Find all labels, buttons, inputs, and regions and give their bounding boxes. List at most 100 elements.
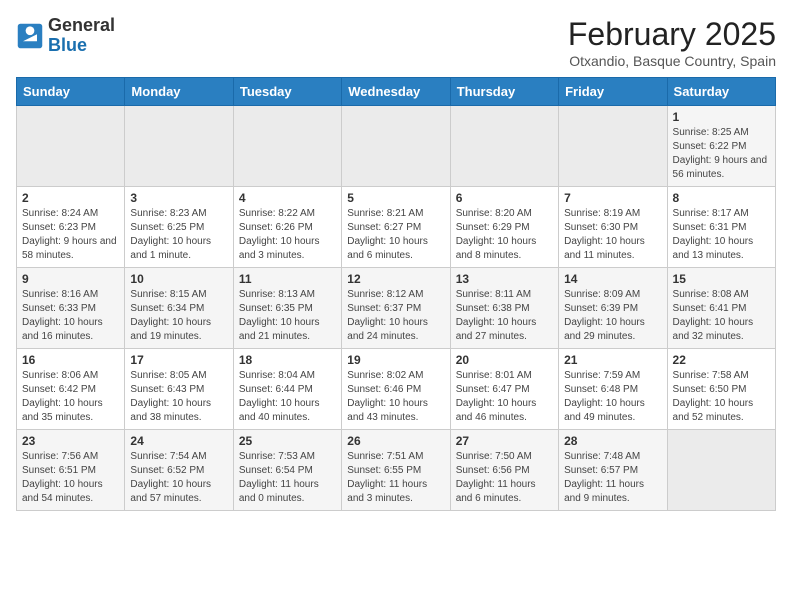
- day-number: 8: [673, 191, 770, 205]
- weekday-header-monday: Monday: [125, 78, 233, 106]
- logo-icon: [16, 22, 44, 50]
- calendar-cell: 19Sunrise: 8:02 AMSunset: 6:46 PMDayligh…: [342, 349, 450, 430]
- day-number: 2: [22, 191, 119, 205]
- day-number: 7: [564, 191, 661, 205]
- day-info: Sunrise: 8:02 AMSunset: 6:46 PMDaylight:…: [347, 369, 444, 425]
- calendar-cell: 27 Sunrise: 7:50 AMSunset: 6:56 PMDayligh…: [450, 430, 558, 511]
- calendar-body: 1 Sunrise: 8:25 AMSunset: 6:22 PMDaylight…: [17, 106, 776, 511]
- day-info: Sunrise: 7:53 AMSunset: 6:54 PMDaylight:…: [239, 450, 336, 506]
- day-info: Sunrise: 8:17 AMSunset: 6:31 PMDaylight:…: [673, 207, 770, 263]
- calendar-cell: [17, 106, 125, 187]
- day-info: Sunrise: 8:25 AMSunset: 6:22 PMDaylight:…: [673, 126, 770, 182]
- calendar-cell: 10 Sunrise: 8:15 AMSunset: 6:34 PMDayligh…: [125, 268, 233, 349]
- calendar-week-5: 23 Sunrise: 7:56 AMSunset: 6:51 PMDayligh…: [17, 430, 776, 511]
- month-title: February 2025: [568, 16, 776, 53]
- day-info: Sunrise: 7:54 AMSunset: 6:52 PMDaylight:…: [130, 450, 227, 506]
- calendar-cell: 8 Sunrise: 8:17 AMSunset: 6:31 PMDaylight…: [667, 187, 775, 268]
- day-info: Sunrise: 8:15 AMSunset: 6:34 PMDaylight:…: [130, 288, 227, 344]
- calendar-cell: 20 Sunrise: 8:01 AMSunset: 6:47 PMDayligh…: [450, 349, 558, 430]
- day-info: Sunrise: 7:50 AMSunset: 6:56 PMDaylight:…: [456, 450, 553, 506]
- day-info: Sunrise: 7:58 AMSunset: 6:50 PMDaylight:…: [673, 369, 770, 425]
- day-number: 27: [456, 434, 553, 448]
- title-block: February 2025 Otxandio, Basque Country, …: [568, 16, 776, 69]
- day-info: Sunrise: 8:22 AMSunset: 6:26 PMDaylight:…: [239, 207, 336, 263]
- day-number: 25: [239, 434, 336, 448]
- weekday-header-saturday: Saturday: [667, 78, 775, 106]
- calendar-cell: 6Sunrise: 8:20 AMSunset: 6:29 PMDaylight…: [450, 187, 558, 268]
- day-info: Sunrise: 7:56 AMSunset: 6:51 PMDaylight:…: [22, 450, 119, 506]
- logo: General Blue: [16, 16, 115, 56]
- calendar-cell: 11 Sunrise: 8:13 AMSunset: 6:35 PMDayligh…: [233, 268, 341, 349]
- calendar-cell: 3 Sunrise: 8:23 AMSunset: 6:25 PMDaylight…: [125, 187, 233, 268]
- calendar-cell: 9 Sunrise: 8:16 AMSunset: 6:33 PMDaylight…: [17, 268, 125, 349]
- day-number: 23: [22, 434, 119, 448]
- day-info: Sunrise: 8:01 AMSunset: 6:47 PMDaylight:…: [456, 369, 553, 425]
- calendar-cell: 22 Sunrise: 7:58 AMSunset: 6:50 PMDayligh…: [667, 349, 775, 430]
- calendar-week-2: 2 Sunrise: 8:24 AMSunset: 6:23 PMDaylight…: [17, 187, 776, 268]
- calendar-cell: 12Sunrise: 8:12 AMSunset: 6:37 PMDayligh…: [342, 268, 450, 349]
- location-subtitle: Otxandio, Basque Country, Spain: [568, 53, 776, 69]
- day-info: Sunrise: 8:09 AMSunset: 6:39 PMDaylight:…: [564, 288, 661, 344]
- logo-general-text: General: [48, 15, 115, 35]
- day-info: Sunrise: 7:48 AMSunset: 6:57 PMDaylight:…: [564, 450, 661, 506]
- day-number: 14: [564, 272, 661, 286]
- weekday-header-thursday: Thursday: [450, 78, 558, 106]
- day-number: 28: [564, 434, 661, 448]
- weekday-header-sunday: Sunday: [17, 78, 125, 106]
- logo-blue-text: Blue: [48, 35, 87, 55]
- day-info: Sunrise: 8:23 AMSunset: 6:25 PMDaylight:…: [130, 207, 227, 263]
- calendar-cell: 4 Sunrise: 8:22 AMSunset: 6:26 PMDaylight…: [233, 187, 341, 268]
- calendar-cell: 26Sunrise: 7:51 AMSunset: 6:55 PMDayligh…: [342, 430, 450, 511]
- day-info: Sunrise: 8:24 AMSunset: 6:23 PMDaylight:…: [22, 207, 119, 263]
- day-info: Sunrise: 8:11 AMSunset: 6:38 PMDaylight:…: [456, 288, 553, 344]
- calendar-cell: [667, 430, 775, 511]
- calendar-cell: 16 Sunrise: 8:06 AMSunset: 6:42 PMDayligh…: [17, 349, 125, 430]
- day-number: 18: [239, 353, 336, 367]
- calendar-cell: 24Sunrise: 7:54 AMSunset: 6:52 PMDayligh…: [125, 430, 233, 511]
- day-number: 9: [22, 272, 119, 286]
- day-number: 10: [130, 272, 227, 286]
- calendar-week-1: 1 Sunrise: 8:25 AMSunset: 6:22 PMDaylight…: [17, 106, 776, 187]
- calendar-table: SundayMondayTuesdayWednesdayThursdayFrid…: [16, 77, 776, 511]
- day-info: Sunrise: 8:13 AMSunset: 6:35 PMDaylight:…: [239, 288, 336, 344]
- calendar-cell: 21Sunrise: 7:59 AMSunset: 6:48 PMDayligh…: [559, 349, 667, 430]
- day-number: 15: [673, 272, 770, 286]
- calendar-cell: [233, 106, 341, 187]
- day-number: 3: [130, 191, 227, 205]
- day-info: Sunrise: 8:21 AMSunset: 6:27 PMDaylight:…: [347, 207, 444, 263]
- day-number: 26: [347, 434, 444, 448]
- day-info: Sunrise: 8:20 AMSunset: 6:29 PMDaylight:…: [456, 207, 553, 263]
- day-number: 1: [673, 110, 770, 124]
- calendar-cell: 5Sunrise: 8:21 AMSunset: 6:27 PMDaylight…: [342, 187, 450, 268]
- day-number: 11: [239, 272, 336, 286]
- calendar-cell: 13Sunrise: 8:11 AMSunset: 6:38 PMDayligh…: [450, 268, 558, 349]
- calendar-cell: 25 Sunrise: 7:53 AMSunset: 6:54 PMDayligh…: [233, 430, 341, 511]
- day-info: Sunrise: 8:06 AMSunset: 6:42 PMDaylight:…: [22, 369, 119, 425]
- logo-text: General Blue: [48, 16, 115, 56]
- day-info: Sunrise: 8:12 AMSunset: 6:37 PMDaylight:…: [347, 288, 444, 344]
- day-number: 22: [673, 353, 770, 367]
- day-number: 4: [239, 191, 336, 205]
- day-number: 17: [130, 353, 227, 367]
- calendar-cell: 23 Sunrise: 7:56 AMSunset: 6:51 PMDayligh…: [17, 430, 125, 511]
- day-number: 20: [456, 353, 553, 367]
- calendar-cell: 1 Sunrise: 8:25 AMSunset: 6:22 PMDaylight…: [667, 106, 775, 187]
- calendar-cell: [342, 106, 450, 187]
- calendar-cell: [450, 106, 558, 187]
- day-info: Sunrise: 8:16 AMSunset: 6:33 PMDaylight:…: [22, 288, 119, 344]
- calendar-cell: 14 Sunrise: 8:09 AMSunset: 6:39 PMDayligh…: [559, 268, 667, 349]
- day-number: 16: [22, 353, 119, 367]
- day-info: Sunrise: 8:05 AMSunset: 6:43 PMDaylight:…: [130, 369, 227, 425]
- day-info: Sunrise: 8:08 AMSunset: 6:41 PMDaylight:…: [673, 288, 770, 344]
- calendar-cell: 15 Sunrise: 8:08 AMSunset: 6:41 PMDayligh…: [667, 268, 775, 349]
- weekday-header-wednesday: Wednesday: [342, 78, 450, 106]
- weekday-header-friday: Friday: [559, 78, 667, 106]
- calendar-week-3: 9 Sunrise: 8:16 AMSunset: 6:33 PMDaylight…: [17, 268, 776, 349]
- day-number: 21: [564, 353, 661, 367]
- calendar-cell: 2 Sunrise: 8:24 AMSunset: 6:23 PMDaylight…: [17, 187, 125, 268]
- calendar-cell: 7Sunrise: 8:19 AMSunset: 6:30 PMDaylight…: [559, 187, 667, 268]
- calendar-cell: 17 Sunrise: 8:05 AMSunset: 6:43 PMDayligh…: [125, 349, 233, 430]
- day-info: Sunrise: 8:04 AMSunset: 6:44 PMDaylight:…: [239, 369, 336, 425]
- calendar-cell: 28 Sunrise: 7:48 AMSunset: 6:57 PMDayligh…: [559, 430, 667, 511]
- calendar-header-row: SundayMondayTuesdayWednesdayThursdayFrid…: [17, 78, 776, 106]
